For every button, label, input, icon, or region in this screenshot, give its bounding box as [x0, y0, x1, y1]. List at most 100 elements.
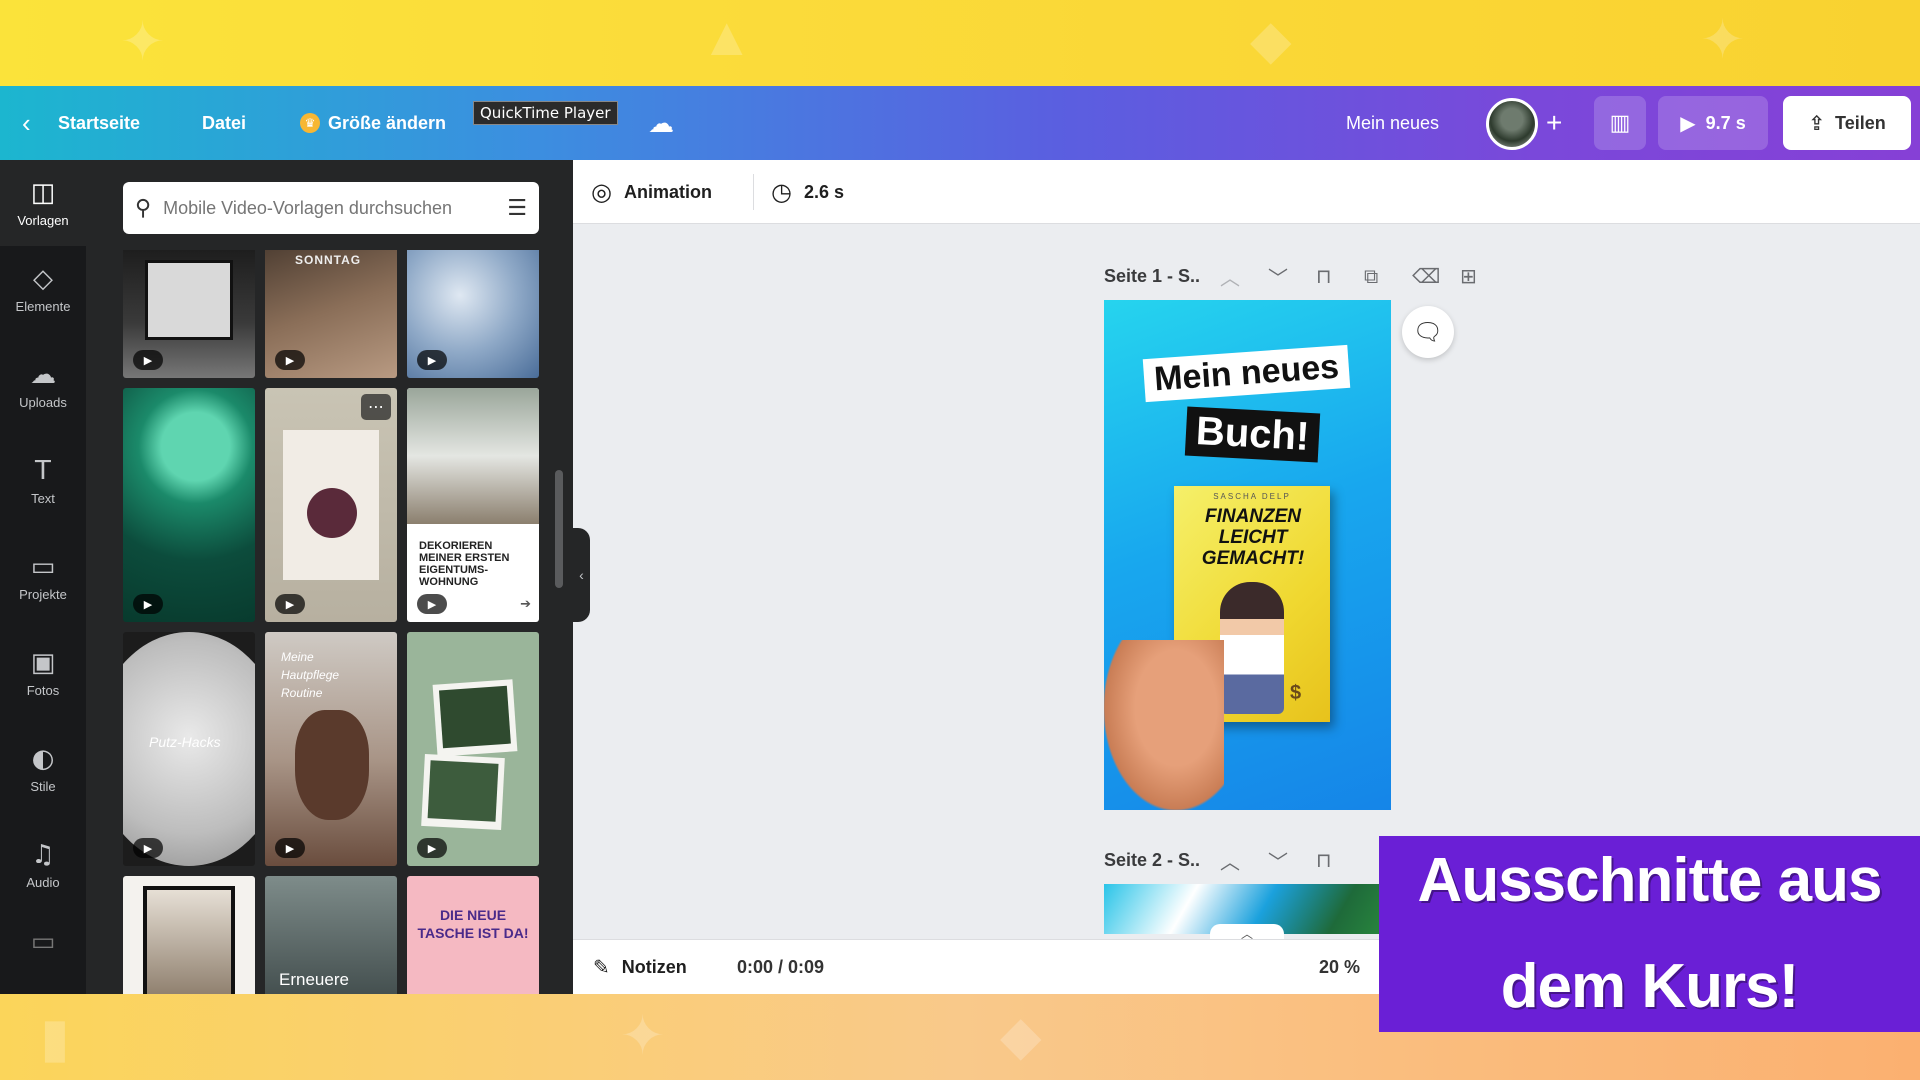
play-button[interactable]: ▶ 9.7 s — [1658, 96, 1768, 150]
template-thumbnail[interactable]: ⋯ ▶ — [265, 388, 397, 622]
chevron-left-icon[interactable]: ‹ — [22, 86, 31, 160]
animation-button[interactable]: ◎ Animation — [591, 160, 712, 224]
template-thumbnail[interactable]: Putz-Hacks ▶ — [123, 632, 255, 866]
collapse-panel-button[interactable]: ‹ — [573, 528, 590, 622]
template-thumbnail[interactable]: SONNTAG ▶ — [265, 250, 397, 378]
crown-icon: ♛ — [300, 113, 320, 133]
template-grid: ▶ SONNTAG ▶ ▶ ▶ ⋯ ▶ DEKORIEREN MEINER ER… — [123, 250, 539, 994]
template-thumbnail[interactable]: ▶ — [407, 632, 539, 866]
thumb-bowl — [307, 488, 357, 538]
insights-button[interactable]: ▥ — [1594, 96, 1646, 150]
chevron-up-icon[interactable]: ︿ — [1220, 262, 1240, 291]
rail-label: Vorlagen — [17, 212, 69, 228]
rail-item-fotos[interactable]: ▣ Fotos — [0, 630, 86, 716]
play-icon: ▶ — [417, 838, 447, 858]
rail-item-video[interactable]: ▭ — [0, 912, 86, 972]
animation-icon: ◎ — [591, 178, 612, 206]
palette-icon: ◐ — [31, 743, 55, 774]
zoom-level[interactable]: 20 % — [1319, 940, 1360, 994]
thumb-text: DEKORIEREN MEINER ERSTEN EIGENTUMS-WOHNU… — [419, 540, 510, 588]
filter-sliders-icon[interactable]: ☰ — [507, 195, 527, 221]
music-note-icon: ♫ — [31, 839, 55, 870]
template-thumbnail[interactable]: ▶ — [407, 250, 539, 378]
decor-icon: ✦ — [120, 12, 166, 72]
book-title: FINANZEN LEICHT GEMACHT! — [1201, 506, 1305, 569]
file-menu[interactable]: Datei — [202, 86, 246, 160]
notes-button[interactable]: ✎ Notizen — [593, 940, 687, 994]
folder-icon: ▭ — [30, 551, 56, 582]
play-icon: ▶ — [417, 594, 447, 614]
rail-item-elemente[interactable]: ◇ Elemente — [0, 246, 86, 332]
template-thumbnail[interactable]: DEKORIEREN MEINER ERSTEN EIGENTUMS-WOHNU… — [407, 388, 539, 622]
play-icon: ▶ — [417, 350, 447, 370]
template-icon: ◫ — [30, 177, 56, 208]
resize-button[interactable]: ♛ Größe ändern — [300, 86, 446, 160]
page-1-label[interactable]: Seite 1 - S.. — [1104, 266, 1200, 287]
rail-label: Audio — [26, 874, 60, 890]
add-comment-button[interactable]: 🗨 — [1402, 306, 1454, 358]
toolbar-divider — [753, 174, 754, 210]
chevron-left-icon: ‹ — [579, 567, 584, 583]
play-icon: ▶ — [275, 350, 305, 370]
left-rail: ◫ Vorlagen ◇ Elemente ☁ Uploads T Text ▭… — [0, 160, 86, 994]
template-thumbnail[interactable]: DIE NEUE TASCHE IST DA! — [407, 876, 539, 994]
background-top: ✦ ▲ ◆ ✦ — [0, 0, 1920, 86]
decor-icon: ◆ — [1000, 1006, 1042, 1066]
home-link[interactable]: Startseite — [58, 86, 140, 160]
rail-item-audio[interactable]: ♫ Audio — [0, 822, 86, 908]
course-banner: Ausschnitte aus dem Kurs! — [1379, 836, 1920, 1032]
text-icon: T — [35, 455, 51, 486]
page-2-label[interactable]: Seite 2 - S.. — [1104, 850, 1200, 871]
template-thumbnail[interactable]: ▶ — [123, 250, 255, 378]
play-duration: 9.7 s — [1705, 112, 1746, 133]
rail-label: Fotos — [26, 682, 60, 698]
photo-icon: ▣ — [30, 647, 56, 678]
add-page-icon[interactable]: ⊞ — [1460, 264, 1477, 288]
panel-scrollbar[interactable] — [555, 470, 563, 588]
quicktime-tooltip: QuickTime Player — [473, 101, 618, 125]
rail-item-vorlagen[interactable]: ◫ Vorlagen — [0, 160, 86, 246]
cloud-saved-icon[interactable]: ☁ — [648, 86, 674, 160]
chevron-down-icon[interactable]: ﹀ — [1268, 262, 1288, 291]
rail-item-uploads[interactable]: ☁ Uploads — [0, 342, 86, 428]
notes-icon: ✎ — [593, 957, 610, 979]
duplicate-icon[interactable]: ⧉ — [1364, 264, 1378, 288]
thumb-frame — [145, 260, 233, 340]
arrow-circle-icon: ➔ — [520, 596, 531, 611]
lock-icon[interactable]: ⊓ — [1316, 848, 1332, 872]
decor-icon: ▮ — [40, 1008, 70, 1068]
thumb-face — [295, 710, 369, 820]
decor-icon: ◆ — [1250, 10, 1292, 70]
rail-item-projekte[interactable]: ▭ Projekte — [0, 534, 86, 620]
duration-button[interactable]: ◷ 2.6 s — [771, 160, 844, 224]
design-title-line2[interactable]: Buch! — [1184, 406, 1321, 463]
thumb-text: Meine Hautpflege Routine — [281, 650, 340, 700]
add-collaborator-icon[interactable]: + — [1546, 86, 1562, 160]
play-icon: ▶ — [133, 594, 163, 614]
lock-icon[interactable]: ⊓ — [1316, 264, 1332, 288]
banner-line-2: dem Kurs! — [1500, 952, 1800, 1021]
templates-panel: ⚲ ☰ ▶ SONNTAG ▶ ▶ ▶ — [86, 160, 573, 994]
thumb-text: Putz-Hacks — [149, 734, 221, 750]
decor-icon: ▲ — [700, 7, 754, 67]
decor-icon: ✦ — [620, 1006, 666, 1066]
rail-item-text[interactable]: T Text — [0, 438, 86, 524]
template-thumbnail[interactable] — [123, 876, 255, 994]
trash-icon[interactable]: ⌫ — [1412, 264, 1440, 288]
template-thumbnail[interactable]: Erneuere — [265, 876, 397, 994]
page-1-header: Seite 1 - S.. ︿ ﹀ ⊓ ⧉ ⌫ ⊞ — [1104, 256, 1484, 296]
template-thumbnail[interactable]: ▶ — [123, 388, 255, 622]
bar-chart-icon: ▥ — [1609, 110, 1631, 135]
avatar[interactable] — [1486, 98, 1538, 150]
design-title-line1[interactable]: Mein neues — [1142, 344, 1351, 403]
design-page-1[interactable]: Mein neues Buch! SASCHA DELP FINANZEN LE… — [1104, 300, 1391, 810]
rail-item-stile[interactable]: ◐ Stile — [0, 726, 86, 812]
chevron-down-icon[interactable]: ﹀ — [1268, 846, 1288, 875]
template-thumbnail[interactable]: Meine Hautpflege Routine ▶ — [265, 632, 397, 866]
chevron-up-icon[interactable]: ︿ — [1220, 846, 1240, 875]
top-bar: ‹ Startseite Datei ♛ Größe ändern QuickT… — [0, 86, 1920, 160]
more-options-icon[interactable]: ⋯ — [361, 394, 391, 420]
design-title[interactable]: Mein neues — [1346, 86, 1439, 160]
search-input[interactable] — [163, 197, 496, 219]
share-button[interactable]: ⇪ Teilen — [1783, 96, 1911, 150]
